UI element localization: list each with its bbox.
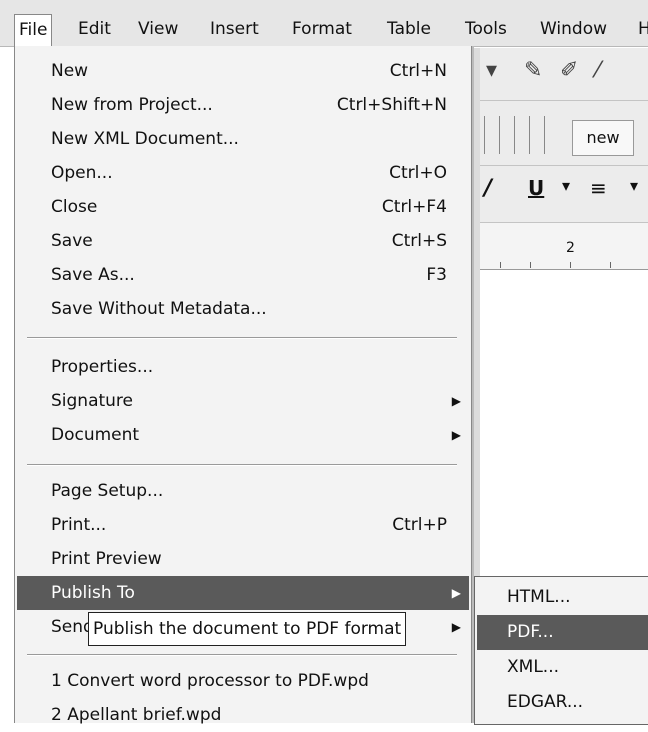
ruler-tick [610, 262, 611, 268]
menu-item-label: Print... [51, 515, 107, 535]
menu-item-shortcut: Ctrl+P [392, 515, 447, 535]
publish-to-submenu: HTML... PDF... XML... EDGAR... [474, 576, 648, 725]
menu-item-page-setup[interactable]: Page Setup... [17, 474, 469, 508]
submenu-item-label: PDF... [507, 622, 554, 642]
ruler-tick [530, 262, 531, 268]
menu-item-open[interactable]: Open... Ctrl+O [17, 156, 469, 190]
menu-insert[interactable]: Insert [206, 14, 263, 44]
menu-item-shortcut: Ctrl+O [389, 163, 447, 183]
menu-item-publish-to[interactable]: Publish To ▶ [17, 576, 469, 610]
menu-item-properties[interactable]: Properties... [17, 350, 469, 384]
menu-item-label: 1 Convert word processor to PDF.wpd [51, 671, 369, 691]
menu-item-label: Properties... [51, 357, 154, 377]
menu-item-label: Save [51, 231, 93, 251]
menu-edit[interactable]: Edit [74, 14, 115, 44]
ruler-tick [570, 262, 571, 268]
underline-dropdown-icon[interactable]: ▾ [562, 176, 570, 195]
submenu-item-edgar[interactable]: EDGAR... [477, 685, 648, 720]
submenu-item-label: XML... [507, 657, 559, 677]
menu-table[interactable]: Table [383, 14, 435, 44]
ruler-mark: 2 [566, 240, 575, 256]
menu-item-close[interactable]: Close Ctrl+F4 [17, 190, 469, 224]
menu-item-save-without-metadata[interactable]: Save Without Metadata... [17, 292, 469, 326]
menu-item-label: New XML Document... [51, 129, 239, 149]
menu-item-label: New [51, 61, 89, 81]
menu-separator [27, 464, 457, 466]
menu-item-label: Signature [51, 391, 134, 411]
menu-separator [27, 654, 457, 656]
menu-bar: File Edit View Insert Format Table Tools… [0, 0, 648, 47]
justify-icon[interactable]: ≡ [590, 176, 607, 200]
menu-item-label: 2 Apellant brief.wpd [51, 705, 222, 725]
italic-icon[interactable]: / [484, 176, 492, 201]
submenu-arrow-icon: ▶ [451, 394, 461, 408]
menu-item-shortcut: Ctrl+S [391, 231, 447, 251]
menu-item-document[interactable]: Document ▶ [17, 418, 469, 452]
menu-item-signature[interactable]: Signature ▶ [17, 384, 469, 418]
check-pen-icon[interactable]: ✎ [524, 58, 542, 83]
submenu-arrow-icon: ▶ [451, 586, 461, 600]
menu-item-print[interactable]: Print... Ctrl+P [17, 508, 469, 542]
submenu-item-pdf[interactable]: PDF... [477, 615, 648, 650]
menu-item-recent-file-2[interactable]: 2 Apellant brief.wpd [17, 698, 469, 732]
menu-tools[interactable]: Tools [461, 14, 511, 44]
menu-item-recent-file-1[interactable]: 1 Convert word processor to PDF.wpd [17, 664, 469, 698]
menu-window[interactable]: Window [536, 14, 611, 44]
menu-item-new-xml-document[interactable]: New XML Document... [17, 122, 469, 156]
menu-item-label: Save As... [51, 265, 135, 285]
submenu-item-label: HTML... [507, 587, 571, 607]
menu-file[interactable]: File [14, 14, 53, 47]
submenu-arrow-icon: ▶ [451, 428, 461, 442]
menu-item-print-preview[interactable]: Print Preview [17, 542, 469, 576]
menu-item-label: New from Project... [51, 95, 213, 115]
menu-view[interactable]: View [134, 14, 182, 44]
justify-dropdown-icon[interactable]: ▾ [630, 176, 638, 195]
menu-item-save-as[interactable]: Save As... F3 [17, 258, 469, 292]
menu-help-partial[interactable]: H [634, 14, 648, 44]
underline-icon[interactable]: U [528, 176, 544, 200]
submenu-arrow-icon: ▶ [451, 620, 461, 634]
menu-item-shortcut: Ctrl+N [389, 61, 447, 81]
ruler [480, 223, 648, 270]
menu-item-label: Page Setup... [51, 481, 164, 501]
menu-item-label: Close [51, 197, 98, 217]
menu-item-shortcut: F3 [426, 265, 447, 285]
tooltip: Publish the document to PDF format [88, 612, 407, 646]
menu-item-save[interactable]: Save Ctrl+S [17, 224, 469, 258]
column-bars-icon [484, 116, 564, 154]
menu-item-label: Publish To [51, 583, 135, 603]
dropdown-arrow-icon[interactable]: ▾ [486, 58, 497, 83]
menu-item-new-from-project[interactable]: New from Project... Ctrl+Shift+N [17, 88, 469, 122]
brush-icon[interactable]: ⁄ [596, 58, 600, 83]
menu-item-new[interactable]: New Ctrl+N [17, 54, 469, 88]
menu-item-label: Save Without Metadata... [51, 299, 267, 319]
submenu-item-label: EDGAR... [507, 692, 584, 712]
menu-item-label: Document [51, 425, 140, 445]
submenu-item-xml[interactable]: XML... [477, 650, 648, 685]
menu-item-shortcut: Ctrl+Shift+N [336, 95, 447, 115]
ruler-tick [500, 262, 501, 268]
menu-item-label: Open... [51, 163, 113, 183]
submenu-item-html[interactable]: HTML... [477, 580, 648, 615]
menu-item-label: Print Preview [51, 549, 162, 569]
menu-item-shortcut: Ctrl+F4 [381, 197, 447, 217]
menu-separator [27, 337, 457, 339]
new-style-button[interactable]: new [572, 120, 634, 156]
pen-icon[interactable]: ✐ [560, 58, 578, 83]
menu-format[interactable]: Format [288, 14, 356, 44]
